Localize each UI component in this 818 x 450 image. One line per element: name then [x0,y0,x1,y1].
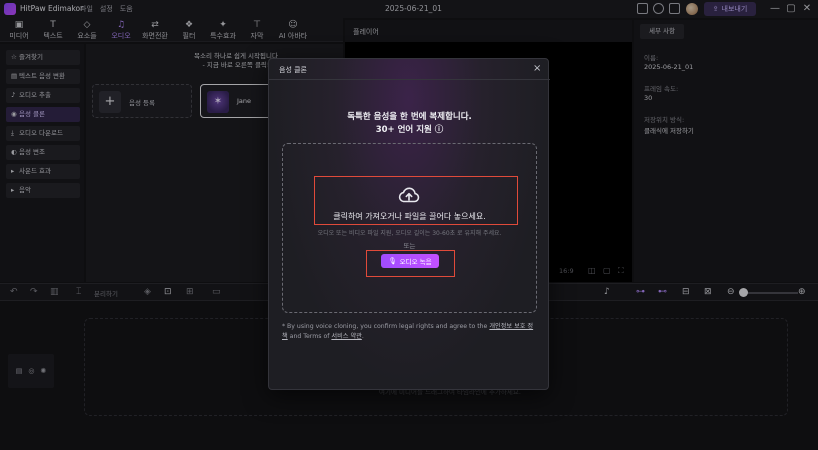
dialog-title: 음성 클론 [279,66,307,74]
upload-note: 오디오 또는 비디오 파일 지원, 오디오 길이는 30-60초 로 유지해 주… [317,230,502,237]
dialog-headline: 독특한 음성을 한 번에 복제합니다. 30+ 언어 지원 ⓘ [347,112,472,135]
terms-of-service-link[interactable]: 서비스 약관 [331,333,361,340]
or-label: 또는 [403,242,416,250]
app-window: HitPaw Edimakor 파일 설정 도움 2025-06-21_01 ⇪… [0,0,818,450]
highlight-box-record [366,250,455,277]
dialog-divider [269,79,550,80]
legal-notice: * By using voice cloning, you confirm le… [282,323,534,340]
highlight-box-upload [314,176,518,225]
close-icon[interactable]: × [533,63,541,74]
voice-clone-dialog: 음성 클론 × 독특한 음성을 한 번에 복제합니다. 30+ 언어 지원 ⓘ … [268,58,550,390]
